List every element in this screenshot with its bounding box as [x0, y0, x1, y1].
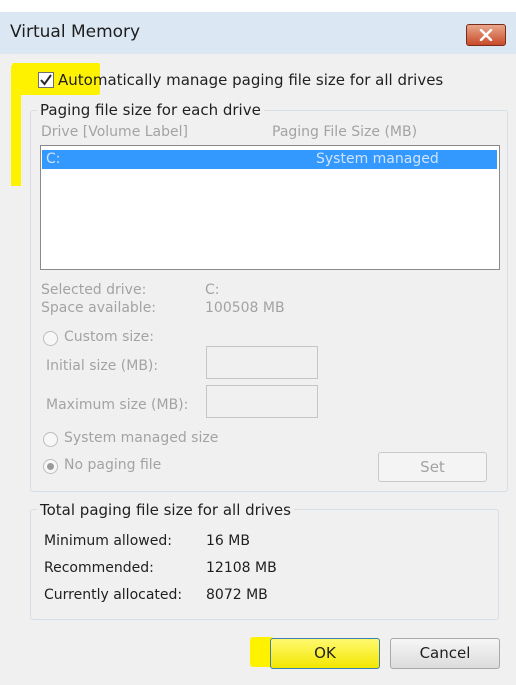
currently-allocated-label: Currently allocated: — [44, 587, 183, 603]
margin-highlight — [11, 66, 21, 186]
recommended-label: Recommended: — [44, 560, 154, 576]
no-paging-label: No paging file — [64, 457, 162, 473]
maximum-size-input[interactable] — [206, 385, 318, 418]
per-drive-group-label: Paging file size for each drive — [37, 101, 264, 119]
space-available-label: Space available: — [41, 300, 157, 316]
system-managed-label: System managed size — [64, 430, 219, 446]
recommended-value: 12108 MB — [206, 560, 277, 576]
drive-cell: C: — [46, 151, 61, 167]
maximum-size-label: Maximum size (MB): — [46, 397, 189, 413]
close-button[interactable] — [466, 24, 506, 46]
system-managed-radio[interactable] — [43, 432, 58, 447]
initial-size-input[interactable] — [206, 346, 318, 379]
column-header-drive: Drive [Volume Label] — [41, 124, 188, 140]
initial-size-label: Initial size (MB): — [46, 358, 159, 374]
selected-drive-value: C: — [205, 282, 220, 298]
close-icon — [479, 29, 493, 41]
size-cell: System managed — [316, 151, 439, 167]
cancel-button[interactable]: Cancel — [390, 638, 500, 669]
totals-group-label: Total paging file size for all drives — [37, 501, 294, 519]
selected-drive-label: Selected drive: — [41, 282, 147, 298]
currently-allocated-value: 8072 MB — [206, 587, 268, 603]
window-title: Virtual Memory — [10, 22, 141, 42]
set-button[interactable]: Set — [378, 452, 487, 482]
minimum-allowed-label: Minimum allowed: — [44, 533, 172, 549]
minimum-allowed-value: 16 MB — [206, 533, 250, 549]
column-header-size: Paging File Size (MB) — [272, 124, 418, 140]
space-available-value: 100508 MB — [205, 300, 285, 316]
no-paging-radio[interactable] — [43, 459, 58, 474]
auto-manage-label[interactable]: Automatically manage paging file size fo… — [58, 71, 443, 89]
checkmark-icon — [40, 74, 52, 86]
auto-manage-checkbox[interactable] — [38, 72, 54, 88]
custom-size-radio[interactable] — [43, 331, 58, 346]
ok-button[interactable]: OK — [270, 638, 380, 669]
custom-size-label: Custom size: — [64, 329, 154, 345]
